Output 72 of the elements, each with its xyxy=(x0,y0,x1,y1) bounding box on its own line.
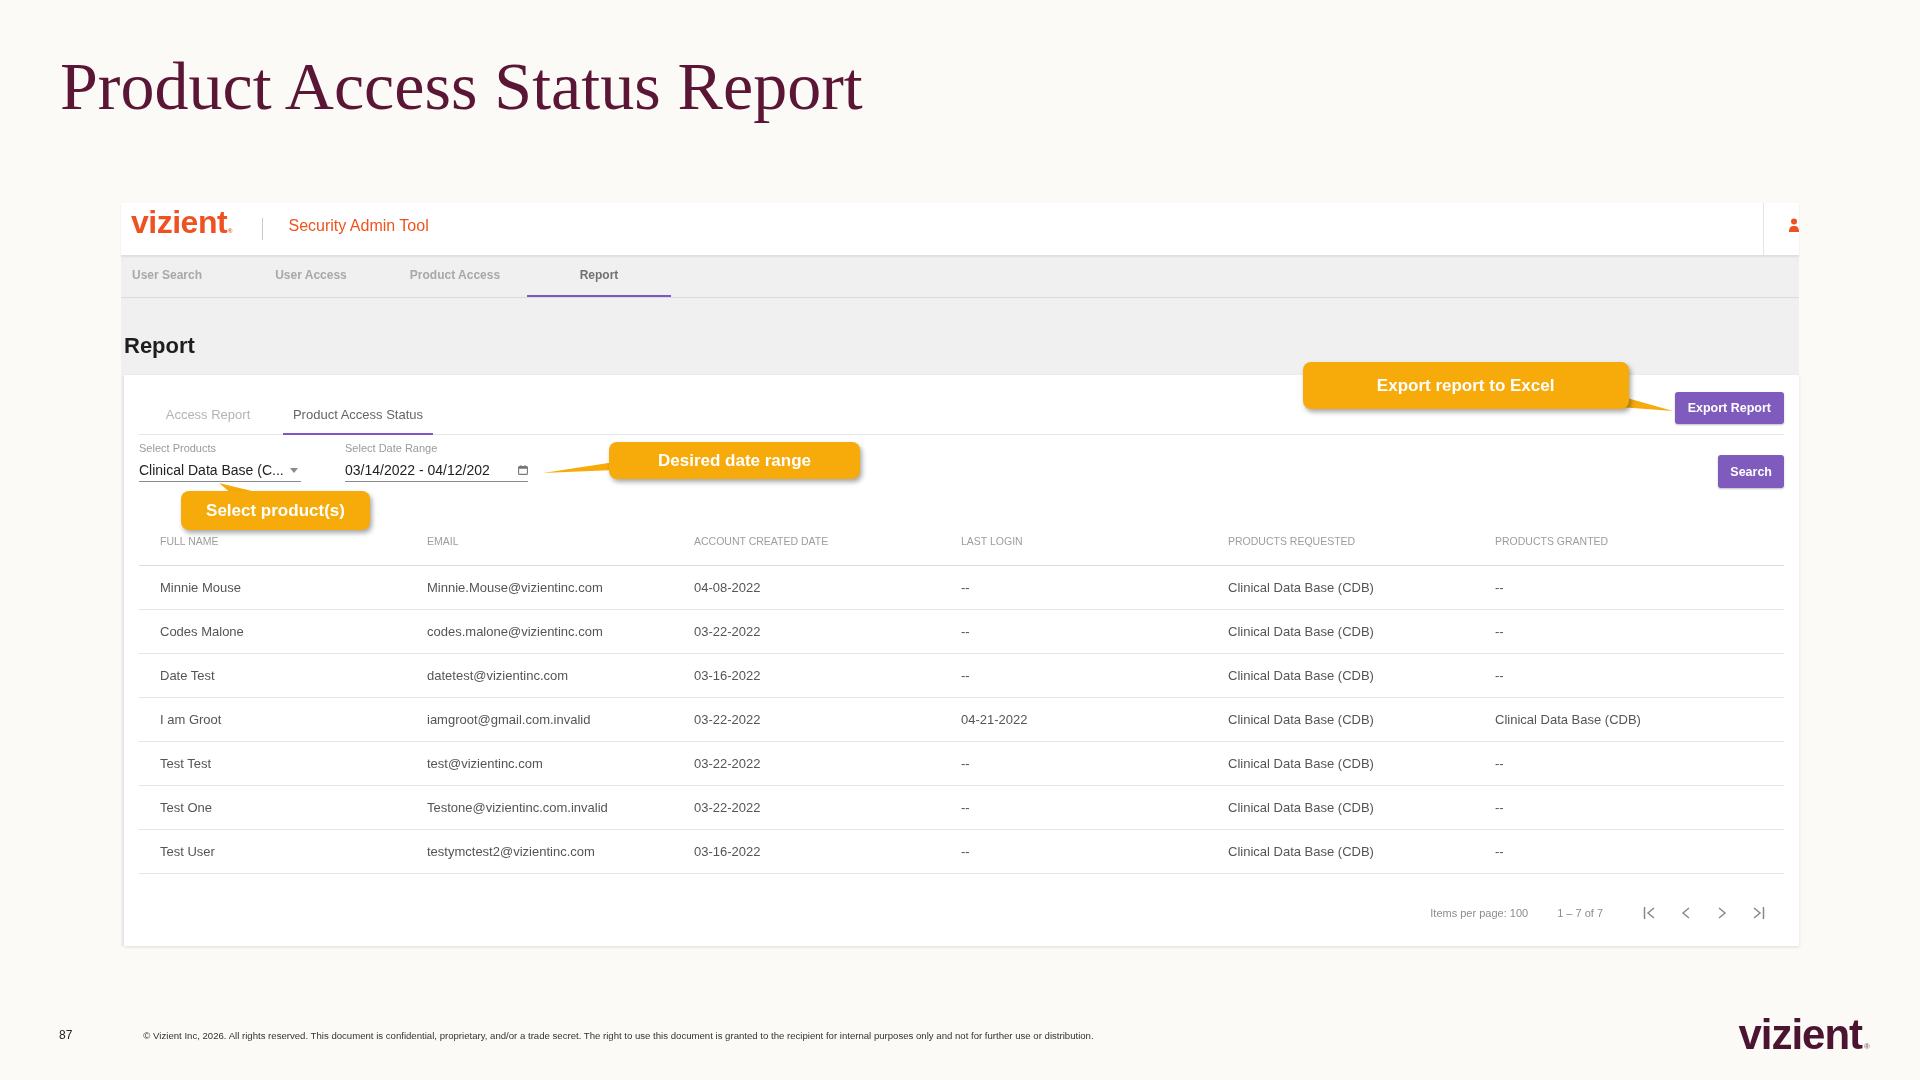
table-cell: -- xyxy=(961,668,970,683)
product-dropdown[interactable]: Clinical Data Base (C... xyxy=(139,459,301,482)
column-header: PRODUCTS GRANTED xyxy=(1495,535,1609,547)
table-cell: 03-16-2022 xyxy=(694,844,761,859)
table-cell: Testone@vizientinc.com.invalid xyxy=(427,800,608,815)
column-header: ACCOUNT CREATED DATE xyxy=(694,535,829,547)
first-page-icon xyxy=(1643,906,1657,920)
table-cell: Test One xyxy=(160,800,213,815)
table-cell: Minnie.Mouse@vizientinc.com xyxy=(427,580,603,595)
table-cell: -- xyxy=(1495,580,1504,595)
table-cell: 03-22-2022 xyxy=(694,712,761,727)
field-label: Select Date Range xyxy=(345,441,439,455)
table-cell: Clinical Data Base (CDB) xyxy=(1228,712,1374,727)
caret-down-icon xyxy=(290,467,298,473)
items-per-page: Items per page: 100 xyxy=(1430,907,1529,919)
callout: Export report to Excel xyxy=(1302,362,1629,409)
search-button[interactable]: Search xyxy=(1718,455,1784,488)
column-header: EMAIL xyxy=(427,535,459,547)
table-cell: -- xyxy=(1495,844,1504,859)
table-cell: -- xyxy=(961,800,970,815)
table-cell: Test Test xyxy=(160,756,212,771)
table-cell: test@vizientinc.com xyxy=(427,756,543,771)
callout: Desired date range xyxy=(609,442,860,479)
table-cell: codes.malone@vizientinc.com xyxy=(427,624,603,639)
sub-tab[interactable]: Product Access Status xyxy=(283,396,433,435)
app-title: Security Admin Tool xyxy=(288,217,429,235)
page-number: 87 xyxy=(59,1028,73,1042)
export-report-button[interactable]: Export Report xyxy=(1674,392,1784,424)
table-cell: Clinical Data Base (CDB) xyxy=(1228,580,1374,595)
table-cell: Codes Malone xyxy=(160,624,244,639)
table-cell: -- xyxy=(1495,800,1504,815)
table-cell: -- xyxy=(961,844,970,859)
table-cell: Clinical Data Base (CDB) xyxy=(1228,668,1374,683)
calendar-icon xyxy=(518,465,528,475)
table-cell: 03-22-2022 xyxy=(694,624,761,639)
table-cell: 03-22-2022 xyxy=(694,756,761,771)
page-heading: Report xyxy=(124,333,195,358)
table-cell: -- xyxy=(961,756,970,771)
table-cell: Clinical Data Base (CDB) xyxy=(1228,800,1374,815)
table-cell: Test User xyxy=(160,844,215,859)
column-header: FULL NAME xyxy=(160,535,219,547)
table-cell: -- xyxy=(1495,668,1504,683)
table-cell: 04-08-2022 xyxy=(694,580,761,595)
table-cell: -- xyxy=(1495,624,1504,639)
table-cell: iamgroot@gmail.com.invalid xyxy=(427,712,591,727)
table-cell: Date Test xyxy=(160,668,215,683)
page-range: 1 – 7 of 7 xyxy=(1557,907,1603,919)
table-cell: Clinical Data Base (CDB) xyxy=(1228,756,1374,771)
table-cell: Clinical Data Base (CDB) xyxy=(1228,624,1374,639)
field-label: Select Products xyxy=(139,441,218,455)
date-range-field[interactable]: 03/14/2022 - 04/12/202 xyxy=(345,459,528,482)
table-cell: 03-16-2022 xyxy=(694,668,761,683)
column-header: LAST LOGIN xyxy=(961,535,1023,547)
user-icon[interactable] xyxy=(1789,218,1799,232)
table-cell: 04-21-2022 xyxy=(961,712,1028,727)
table-cell: Clinical Data Base (CDB) xyxy=(1228,844,1374,859)
table-cell: testymctest2@vizientinc.com xyxy=(427,844,595,859)
last-page-icon xyxy=(1751,906,1765,920)
first-page-button[interactable] xyxy=(1643,906,1657,920)
table-cell: I am Groot xyxy=(160,712,222,727)
table-cell: 03-22-2022 xyxy=(694,800,761,815)
table-cell: datetest@vizientinc.com xyxy=(427,668,569,683)
brand-logo: vizient® xyxy=(1738,1014,1870,1056)
nav-tab[interactable]: Report xyxy=(527,255,671,297)
table-cell: Minnie Mouse xyxy=(160,580,241,595)
table-cell: -- xyxy=(961,624,970,639)
table-cell: -- xyxy=(1495,756,1504,771)
column-header: PRODUCTS REQUESTED xyxy=(1228,535,1356,547)
copyright-notice: © Vizient Inc, 2026. All rights reserved. This document is confidential, proprietary, and/or a trade secret. The right to use this document is granted to the recipient for internal purposes only and not for further use or distribution. xyxy=(143,1029,1094,1041)
last-page-button[interactable] xyxy=(1751,906,1765,920)
table-cell: -- xyxy=(961,580,970,595)
table-cell: Clinical Data Base (CDB) xyxy=(1495,712,1641,727)
